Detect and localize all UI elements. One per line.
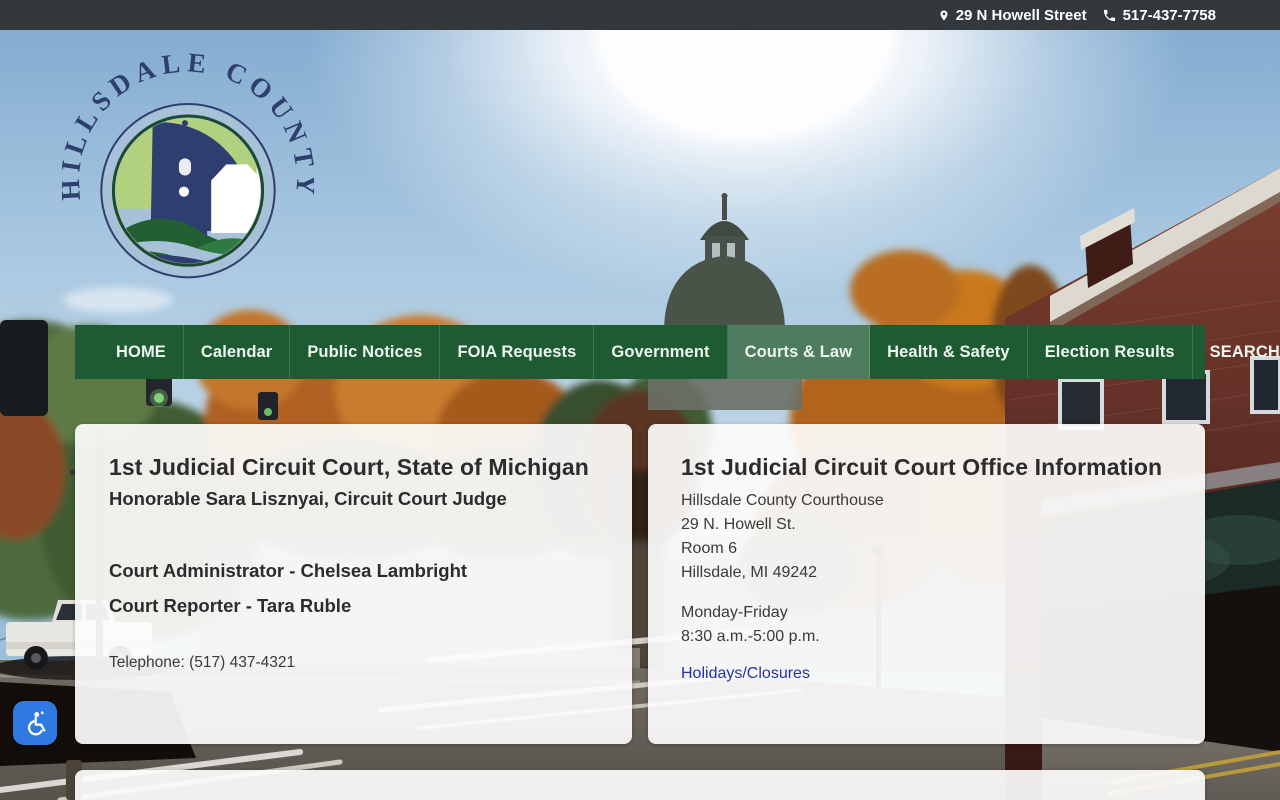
topbar-address-text: 29 N Howell Street <box>955 6 1087 24</box>
nav-item-election-results[interactable]: Election Results <box>1028 325 1193 379</box>
nav-item-health-safety[interactable]: Health & Safety <box>870 325 1028 379</box>
hours-days-line: Monday-Friday <box>681 604 788 621</box>
main-nav: HOME Calendar Public Notices FOIA Reques… <box>75 325 1280 379</box>
hours-time-line: 8:30 a.m.-5:00 p.m. <box>681 628 820 645</box>
nav-item-calendar[interactable]: Calendar <box>184 325 291 379</box>
office-hours: Monday-Friday 8:30 a.m.-5:00 p.m. <box>681 601 1172 649</box>
nav-item-foia-requests[interactable]: FOIA Requests <box>440 325 595 379</box>
phone-icon <box>1103 9 1115 21</box>
office-address: Hillsdale County Courthouse 29 N. Howell… <box>681 489 1172 585</box>
address-line: Hillsdale County Courthouse <box>681 492 884 509</box>
judge-line: Honorable Sara Lisznyai, Circuit Court J… <box>109 488 507 509</box>
bottom-card <box>75 770 1205 800</box>
topbar: 29 N Howell Street 517-437-7758 <box>0 0 1280 30</box>
topbar-phone-text: 517-437-7758 <box>1122 6 1216 24</box>
office-card-title: 1st Judicial Circuit Court Office Inform… <box>681 454 1163 480</box>
court-card-title: 1st Judicial Circuit Court, State of Mic… <box>109 454 589 480</box>
county-logo[interactable]: HILLSDALE COUNTY <box>62 48 314 298</box>
address-line: 29 N. Howell St. <box>681 516 796 533</box>
court-info-card: 1st Judicial Circuit Court, State of Mic… <box>75 424 632 744</box>
county-seal: HILLSDALE COUNTY <box>62 48 314 279</box>
telephone-line: Telephone: (517) 437-4321 <box>109 654 296 671</box>
court-reporter-line: Court Reporter - Tara Ruble <box>109 595 352 616</box>
nav-item-home[interactable]: HOME <box>99 325 184 379</box>
page: 29 N Howell Street 517-437-7758 LLSDALE … <box>0 0 1280 800</box>
nav-item-search[interactable]: SEARCH... <box>1193 325 1280 379</box>
nav-item-government[interactable]: Government <box>594 325 728 379</box>
nav-item-courts-law[interactable]: Courts & Law <box>727 325 871 379</box>
address-line: Room 6 <box>681 540 738 557</box>
topbar-phone[interactable]: 517-437-7758 <box>1102 7 1216 24</box>
court-administrator-line: Court Administrator - Chelsea Lambright <box>109 560 468 581</box>
address-line: Hillsdale, MI 49242 <box>681 564 818 581</box>
wheelchair-icon <box>27 711 46 736</box>
location-pin-icon <box>940 10 948 20</box>
holidays-closures-link[interactable]: Holidays/Closures <box>681 665 810 683</box>
topbar-address: 29 N Howell Street <box>938 7 1087 24</box>
office-info-card: 1st Judicial Circuit Court Office Inform… <box>648 424 1205 744</box>
accessibility-widget-button[interactable] <box>13 701 57 745</box>
nav-item-public-notices[interactable]: Public Notices <box>290 325 441 379</box>
